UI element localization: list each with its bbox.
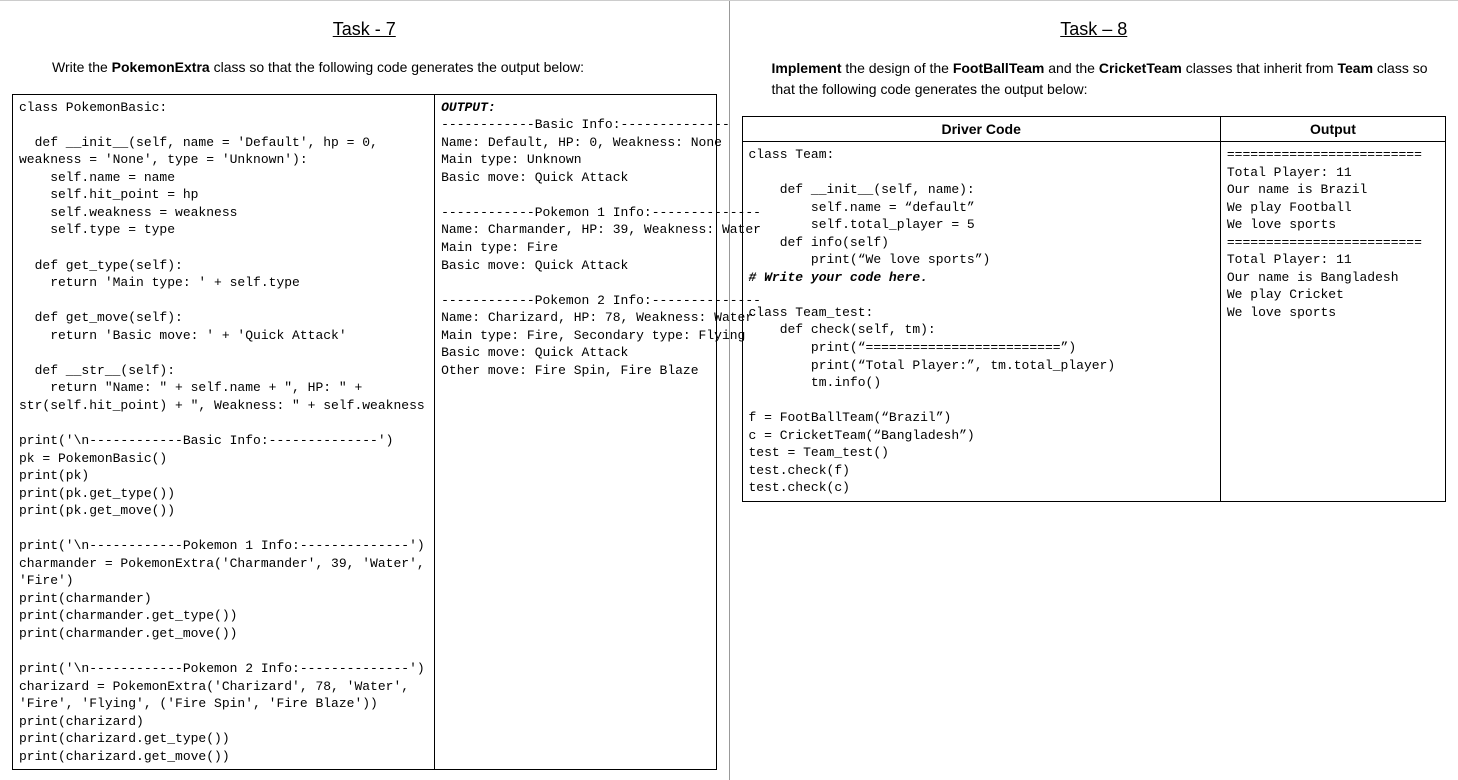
instr8-b1: Implement — [772, 60, 842, 76]
task-7-title: Task - 7 — [12, 19, 717, 40]
task-7-output-label: OUTPUT: — [441, 100, 496, 115]
task-8-code-comment: # Write your code here. — [749, 270, 928, 285]
task-8-code-pre: class Team: def __init__(self, name): se… — [749, 147, 991, 267]
task-8-column: Task – 8 Implement the design of the Foo… — [730, 1, 1458, 780]
instr8-t1: the design of the — [842, 60, 953, 76]
task-8-code-block: class Team: def __init__(self, name): se… — [749, 146, 1214, 497]
task-8-title: Task – 8 — [742, 19, 1447, 40]
task-8-header-right: Output — [1220, 117, 1445, 142]
page-container: Task - 7 Write the PokemonExtra class so… — [0, 0, 1458, 780]
task-7-table: class PokemonBasic: def __init__(self, n… — [12, 94, 717, 771]
task-8-instruction: Implement the design of the FootBallTeam… — [772, 58, 1447, 100]
task-8-output: ========================= Total Player: … — [1227, 146, 1439, 321]
instr8-b3: CricketTeam — [1099, 60, 1182, 76]
task-7-instruction: Write the PokemonExtra class so that the… — [52, 58, 717, 78]
task-8-code-post: class Team_test: def check(self, tm): pr… — [749, 305, 1116, 495]
instr8-b2: FootBallTeam — [953, 60, 1045, 76]
instr7-pre: Write the — [52, 59, 112, 75]
task-8-code-cell: class Team: def __init__(self, name): se… — [742, 142, 1220, 502]
instr8-t2: and the — [1044, 60, 1099, 76]
task-8-header-left: Driver Code — [742, 117, 1220, 142]
task-7-output: ------------Basic Info:-------------- Na… — [441, 117, 761, 378]
task-8-output-cell: ========================= Total Player: … — [1220, 142, 1445, 502]
task-7-code: class PokemonBasic: def __init__(self, n… — [19, 99, 428, 766]
task-8-table: Driver Code Output class Team: def __ini… — [742, 116, 1447, 502]
instr8-t3: classes that inherit from — [1182, 60, 1338, 76]
task-7-column: Task - 7 Write the PokemonExtra class so… — [0, 1, 730, 780]
task-7-output-cell: OUTPUT: ------------Basic Info:---------… — [435, 94, 716, 770]
task-7-output-block: OUTPUT: ------------Basic Info:---------… — [441, 99, 709, 380]
instr7-post: class so that the following code generat… — [210, 59, 584, 75]
task-7-code-cell: class PokemonBasic: def __init__(self, n… — [13, 94, 435, 770]
instr7-bold: PokemonExtra — [112, 59, 210, 75]
instr8-b4: Team — [1338, 60, 1374, 76]
